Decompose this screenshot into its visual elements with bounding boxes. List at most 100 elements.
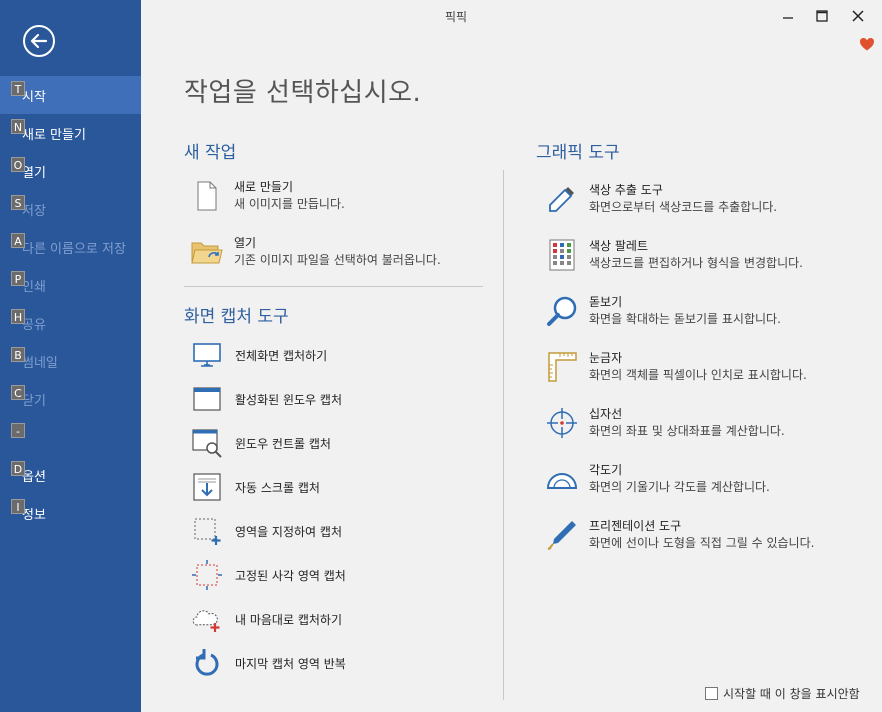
tool-desc: 화면에 선이나 도형을 직접 그릴 수 있습니다.: [589, 536, 815, 550]
task-desc: 새 이미지를 만듭니다.: [234, 197, 345, 211]
keytip: I: [11, 499, 25, 514]
capture-label: 고정된 사각 영역 캡처: [235, 568, 346, 583]
column-divider: [503, 170, 504, 700]
dont-show-label: 시작할 때 이 창을 표시안함: [723, 687, 860, 701]
capture-fixed-region[interactable]: 고정된 사각 영역 캡처: [190, 558, 346, 592]
tool-title: 눈금자: [589, 351, 623, 365]
back-button[interactable]: [23, 25, 55, 57]
tool-presentation[interactable]: 프리젠테이션 도구 화면에 선이나 도형을 직접 그릴 수 있습니다.: [545, 518, 814, 552]
scroll-capture-icon: [193, 473, 221, 501]
dont-show-checkbox[interactable]: [705, 687, 718, 700]
title-bar: 픽픽: [141, 0, 882, 32]
close-button[interactable]: [847, 6, 869, 26]
keytip: A: [11, 233, 25, 248]
sidebar-item-label: 인쇄: [22, 279, 46, 295]
section-title-new-task: 새 작업: [184, 143, 237, 163]
tool-desc: 화면의 객체를 픽셀이나 인치로 표시합니다.: [589, 368, 807, 382]
task-open[interactable]: 열기기존 이미지 파일을 선택하여 불러옵니다.: [190, 235, 441, 269]
maximize-icon: [816, 10, 828, 22]
capture-window-control[interactable]: 윈도우 컨트롤 캡처: [190, 426, 331, 460]
tool-color-picker[interactable]: 색상 추출 도구화면으로부터 색상코드를 추출합니다.: [545, 182, 777, 216]
sidebar-item-new[interactable]: N 새로 만들기: [0, 114, 141, 152]
tool-magnifier[interactable]: 돋보기화면을 확대하는 돋보기를 표시합니다.: [545, 294, 781, 328]
eyedropper-icon: [549, 187, 574, 212]
minimize-button[interactable]: [777, 6, 799, 26]
sidebar-item-start[interactable]: T 시작: [0, 76, 141, 114]
protractor-icon: [546, 473, 578, 489]
maximize-button[interactable]: [811, 6, 833, 26]
sidebar-item-info[interactable]: I 정보: [0, 494, 141, 532]
keytip: H: [11, 309, 25, 324]
sidebar-item-close[interactable]: C 닫기: [0, 380, 141, 418]
open-folder-icon: [191, 242, 223, 264]
sidebar-item-label: 열기: [22, 165, 46, 181]
section-divider: [184, 286, 483, 287]
capture-active-window[interactable]: 활성화된 윈도우 캡처: [190, 382, 342, 416]
sidebar-item-label: 저장: [22, 203, 46, 219]
capture-label: 영역을 지정하여 캡처: [235, 524, 342, 539]
tool-ruler[interactable]: 눈금자화면의 객체를 픽셀이나 인치로 표시합니다.: [545, 350, 807, 384]
tool-desc: 화면의 좌표 및 상대좌표를 계산합니다.: [589, 424, 785, 438]
keytip: P: [11, 271, 25, 286]
repeat-icon: [195, 649, 219, 676]
capture-label: 마지막 캡처 영역 반복: [235, 656, 346, 671]
tool-desc: 화면으로부터 색상코드를 추출합니다.: [589, 200, 778, 214]
footer-option[interactable]: 시작할 때 이 창을 표시안함: [705, 685, 860, 702]
sidebar-item-options[interactable]: D 옵션: [0, 456, 141, 494]
arrow-left-icon: [30, 33, 48, 49]
section-title-capture: 화면 캡처 도구: [184, 307, 289, 327]
sidebar-item-label: 정보: [22, 507, 46, 523]
task-title: 새로 만들기: [234, 180, 294, 194]
keytip: O: [11, 157, 25, 172]
window-title: 픽픽: [444, 10, 468, 24]
heart-icon[interactable]: [859, 36, 875, 52]
tool-crosshair[interactable]: 십자선화면의 좌표 및 상대좌표를 계산합니다.: [545, 406, 785, 440]
keytip: D: [11, 461, 25, 476]
tool-title: 십자선: [589, 407, 623, 421]
minimize-icon: [783, 17, 793, 19]
keytip: C: [11, 385, 25, 400]
sidebar-item-label: 공유: [22, 317, 46, 333]
task-desc: 기존 이미지 파일을 선택하여 불러옵니다.: [234, 253, 441, 267]
capture-label: 내 마음대로 캡처하기: [235, 612, 342, 627]
sidebar-item-thumbnail[interactable]: B 썸네일: [0, 342, 141, 380]
fixed-region-icon: [192, 560, 222, 590]
sidebar-item-label: 새로 만들기: [22, 127, 86, 143]
capture-repeat-last[interactable]: 마지막 캡처 영역 반복: [190, 646, 346, 680]
tool-color-palette[interactable]: 색상 팔레트 색상코드를 편집하거나 형식을 변경합니다.: [545, 238, 803, 272]
crosshair-icon: [547, 408, 577, 438]
monitor-icon: [193, 343, 221, 367]
task-title: 열기: [234, 236, 257, 250]
palette-icon: [549, 239, 575, 271]
sidebar: T 시작 N 새로 만들기 O 열기 S 저장 A 다른 이름으로 저장 P 인쇄 H 공유 …: [0, 0, 141, 712]
magnifier-icon: [547, 296, 577, 326]
capture-label: 활성화된 윈도우 캡처: [235, 392, 342, 407]
sidebar-item-print[interactable]: P 인쇄: [0, 266, 141, 304]
sidebar-item-open[interactable]: O 열기: [0, 152, 141, 190]
sidebar-nav: T 시작 N 새로 만들기 O 열기 S 저장 A 다른 이름으로 저장 P 인쇄 H 공유 …: [0, 76, 141, 532]
capture-scroll[interactable]: 자동 스크롤 캡처: [190, 470, 320, 504]
keytip: T: [11, 81, 25, 96]
tool-title: 각도기: [589, 463, 623, 477]
sidebar-item-label: 다른 이름으로 저장: [22, 241, 126, 257]
tool-desc: 색상코드를 편집하거나 형식을 변경합니다.: [589, 256, 803, 270]
capture-freeform[interactable]: 내 마음대로 캡처하기: [190, 602, 342, 636]
sidebar-item-save-as[interactable]: A 다른 이름으로 저장: [0, 228, 141, 266]
pen-icon: [547, 521, 576, 550]
page-title: 작업을 선택하십시오.: [184, 78, 422, 108]
tool-title: 색상 추출 도구: [589, 183, 663, 197]
keytip: B: [11, 347, 25, 362]
capture-label: 윈도우 컨트롤 캡처: [235, 436, 331, 451]
task-new[interactable]: 새로 만들기새 이미지를 만듭니다.: [190, 179, 345, 213]
sidebar-item-share[interactable]: H 공유: [0, 304, 141, 342]
new-document-icon: [197, 181, 217, 211]
sidebar-item-save[interactable]: S 저장: [0, 190, 141, 228]
keytip: N: [11, 119, 25, 134]
capture-fullscreen[interactable]: 전체화면 캡처하기: [190, 338, 327, 372]
sidebar-item-label: 시작: [22, 89, 46, 105]
tool-desc: 화면을 확대하는 돋보기를 표시합니다.: [589, 312, 781, 326]
tool-protractor[interactable]: 각도기 화면의 기울기나 각도를 계산합니다.: [545, 462, 770, 496]
sidebar-item-label: 썸네일: [22, 355, 58, 371]
tool-title: 돋보기: [589, 295, 623, 309]
capture-region[interactable]: 영역을 지정하여 캡처: [190, 514, 342, 548]
